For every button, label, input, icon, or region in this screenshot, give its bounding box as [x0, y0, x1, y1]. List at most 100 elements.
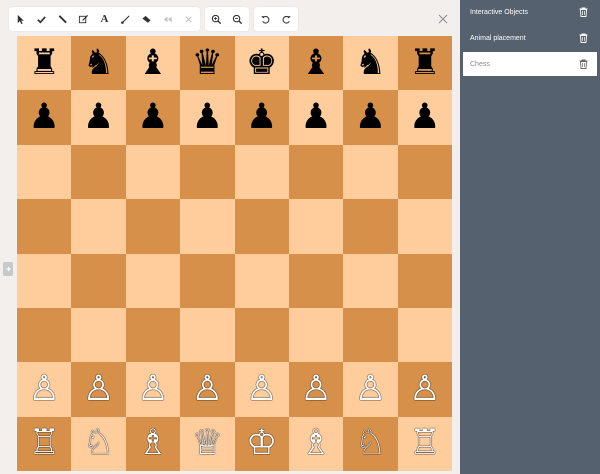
- chess-piece[interactable]: ♙: [355, 371, 386, 407]
- board-square[interactable]: [234, 307, 289, 363]
- board-square[interactable]: [288, 144, 344, 200]
- board-square[interactable]: [343, 307, 398, 363]
- board-square[interactable]: [125, 253, 181, 308]
- chess-piece[interactable]: ♞: [83, 45, 114, 81]
- board-square[interactable]: [288, 307, 344, 363]
- chess-piece[interactable]: ♛: [192, 45, 223, 81]
- chess-piece[interactable]: ♖: [28, 426, 59, 461]
- undo-button[interactable]: [255, 7, 276, 31]
- board-square[interactable]: ♟: [397, 90, 452, 145]
- layer-item-chess[interactable]: Chess: [463, 52, 597, 76]
- board-square[interactable]: ♞: [71, 36, 126, 91]
- board-square[interactable]: ♜: [17, 36, 72, 91]
- board-square[interactable]: ♙: [288, 362, 344, 417]
- chess-piece[interactable]: ♙: [28, 371, 59, 407]
- board-square[interactable]: ♙: [234, 362, 289, 417]
- trash-icon[interactable]: [579, 33, 588, 43]
- board-square[interactable]: [180, 253, 235, 308]
- close-board-button[interactable]: [436, 12, 450, 26]
- chess-piece[interactable]: ♘: [83, 426, 114, 461]
- board-square[interactable]: ♘: [343, 416, 398, 471]
- eraser-tool-button[interactable]: [136, 7, 157, 31]
- chess-piece[interactable]: ♙: [246, 371, 277, 407]
- board-square[interactable]: ♛: [180, 36, 235, 91]
- rewind-tool-button[interactable]: [157, 7, 178, 31]
- board-square[interactable]: [288, 199, 344, 254]
- chess-piece[interactable]: ♙: [300, 371, 331, 407]
- board-square[interactable]: [71, 253, 126, 308]
- chessboard[interactable]: ♜ ♞ ♝ ♛ ♚ ♝ ♞ ♜ ♟ ♟ ♟ ♟ ♟ ♟ ♟ ♟ ♙ ♙ ♙ ♙ ♙ ♙ ♙ ♙ ♖ ♘ ♗ ♕ ♔ ♗ ♘ ♖: [17, 36, 452, 471]
- text-tool-button[interactable]: A: [94, 7, 115, 31]
- board-square[interactable]: [234, 253, 289, 308]
- chess-piece[interactable]: ♗: [137, 426, 168, 461]
- board-square[interactable]: [180, 307, 235, 363]
- board-square[interactable]: ♙: [125, 362, 181, 417]
- board-square[interactable]: ♗: [125, 416, 181, 471]
- chess-piece[interactable]: ♞: [355, 45, 386, 81]
- chess-piece[interactable]: ♕: [192, 426, 223, 461]
- board-square[interactable]: ♗: [288, 416, 344, 471]
- board-square[interactable]: ♚: [234, 36, 289, 91]
- chess-piece[interactable]: ♟: [192, 100, 223, 135]
- chess-piece[interactable]: ♟: [83, 100, 114, 135]
- board-square[interactable]: ♟: [288, 90, 344, 145]
- board-square[interactable]: [288, 253, 344, 308]
- chess-piece[interactable]: ♟: [409, 100, 440, 135]
- board-square[interactable]: [234, 199, 289, 254]
- board-square[interactable]: ♟: [125, 90, 181, 145]
- board-square[interactable]: [71, 199, 126, 254]
- board-square[interactable]: ♜: [397, 36, 452, 91]
- pen-tool-button[interactable]: [52, 7, 73, 31]
- chess-piece[interactable]: ♔: [246, 426, 277, 461]
- trash-icon[interactable]: [579, 7, 588, 17]
- expand-panel-button[interactable]: [3, 262, 13, 276]
- layer-item-interactive-objects[interactable]: Interactive Objects: [463, 0, 597, 24]
- board-square[interactable]: [125, 144, 181, 200]
- board-square[interactable]: ♙: [397, 362, 452, 417]
- chess-piece[interactable]: ♙: [409, 371, 440, 407]
- board-square[interactable]: ♙: [17, 362, 72, 417]
- chess-piece[interactable]: ♝: [137, 45, 168, 81]
- chess-piece[interactable]: ♖: [409, 426, 440, 461]
- chess-piece[interactable]: ♜: [28, 45, 59, 81]
- board-square[interactable]: ♝: [288, 36, 344, 91]
- board-square[interactable]: ♔: [234, 416, 289, 471]
- board-square[interactable]: ♟: [234, 90, 289, 145]
- chess-piece[interactable]: ♟: [355, 100, 386, 135]
- board-square[interactable]: ♙: [180, 362, 235, 417]
- zoom-in-button[interactable]: [206, 7, 227, 31]
- clear-tool-button[interactable]: [178, 7, 199, 31]
- board-square[interactable]: [71, 144, 126, 200]
- board-square[interactable]: ♙: [343, 362, 398, 417]
- chess-piece[interactable]: ♟: [28, 100, 59, 135]
- chess-piece[interactable]: ♚: [246, 45, 277, 81]
- board-square[interactable]: [17, 307, 72, 363]
- select-tool-button[interactable]: [10, 7, 31, 31]
- chess-piece[interactable]: ♜: [409, 45, 440, 81]
- board-square[interactable]: [397, 253, 452, 308]
- board-square[interactable]: [397, 199, 452, 254]
- board-square[interactable]: ♘: [71, 416, 126, 471]
- board-square[interactable]: [343, 199, 398, 254]
- chess-piece[interactable]: ♟: [300, 100, 331, 135]
- redo-button[interactable]: [276, 7, 297, 31]
- board-square[interactable]: [234, 144, 289, 200]
- board-square[interactable]: [125, 307, 181, 363]
- layer-item-animal-placement[interactable]: Animal placement: [463, 26, 597, 50]
- board-square[interactable]: [180, 199, 235, 254]
- board-square[interactable]: ♞: [343, 36, 398, 91]
- board-square[interactable]: ♙: [71, 362, 126, 417]
- brush-tool-button[interactable]: [115, 7, 136, 31]
- check-tool-button[interactable]: [31, 7, 52, 31]
- trash-icon[interactable]: [579, 59, 588, 69]
- board-square[interactable]: ♟: [17, 90, 72, 145]
- board-square[interactable]: [17, 253, 72, 308]
- board-square[interactable]: [397, 307, 452, 363]
- board-square[interactable]: ♖: [17, 416, 72, 471]
- board-square[interactable]: ♕: [180, 416, 235, 471]
- chess-piece[interactable]: ♘: [355, 426, 386, 461]
- chess-piece[interactable]: ♙: [83, 371, 114, 407]
- chess-piece[interactable]: ♝: [300, 45, 331, 81]
- zoom-out-button[interactable]: [227, 7, 248, 31]
- note-tool-button[interactable]: [73, 7, 94, 31]
